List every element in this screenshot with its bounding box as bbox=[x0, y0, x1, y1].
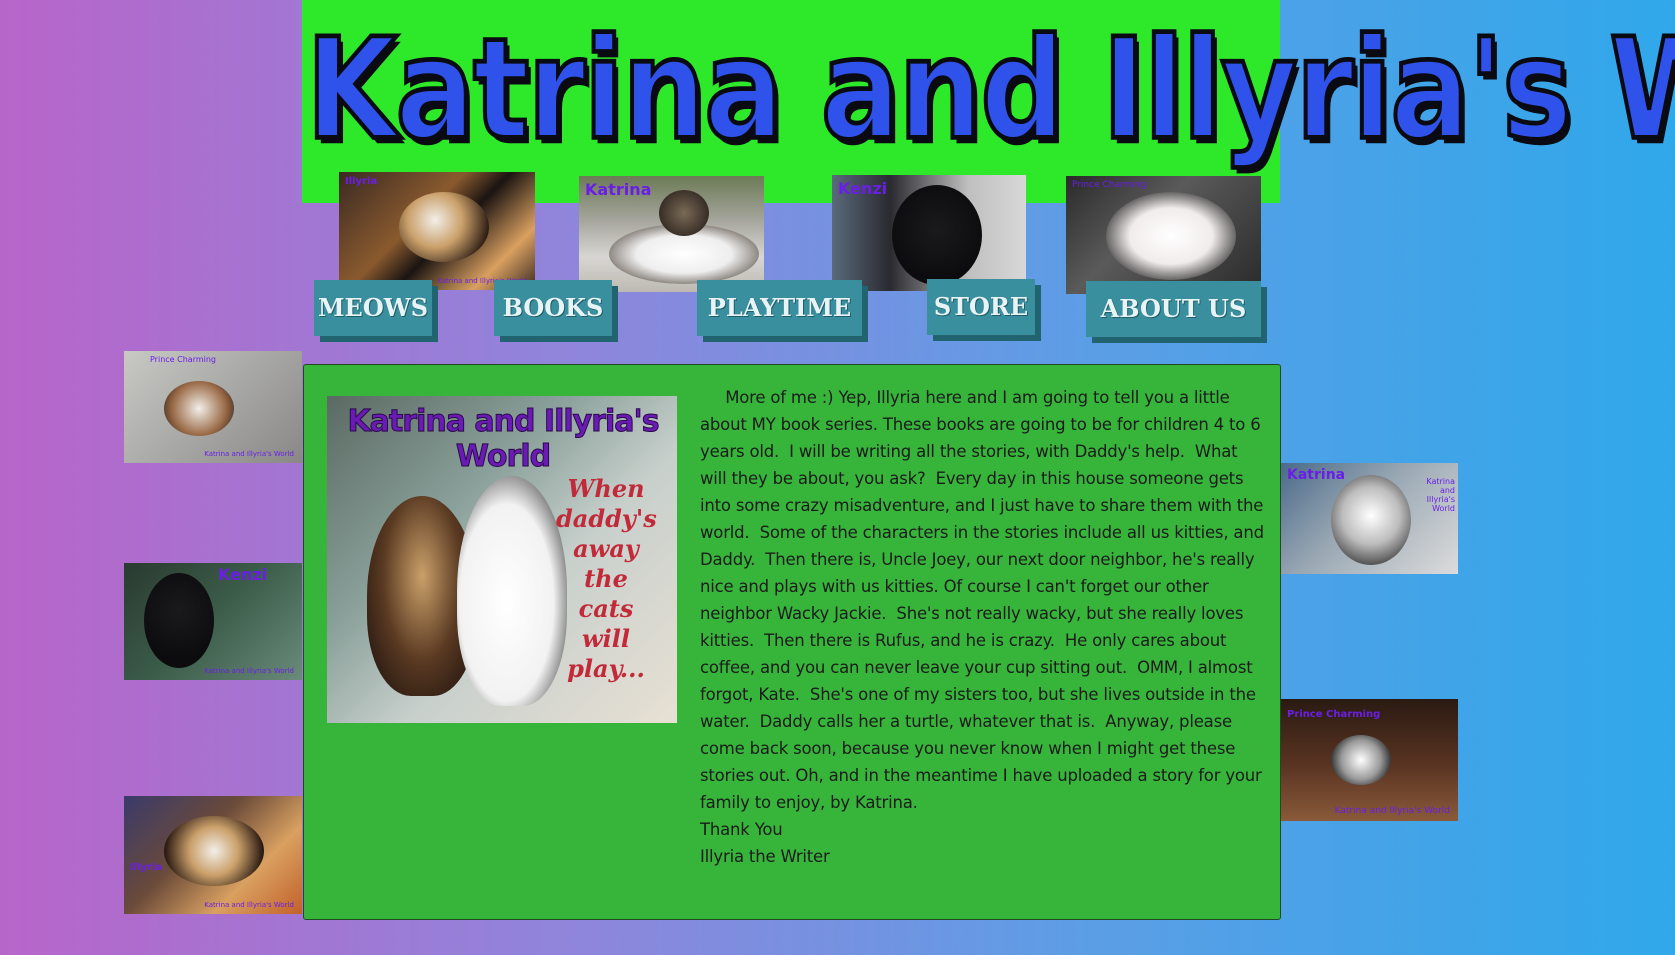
photo-label: Prince Charming bbox=[150, 355, 216, 364]
photo-label: Illyria bbox=[130, 862, 163, 873]
site-title: Katrina and Illyria's World bbox=[304, 5, 1675, 173]
book-cover-title: Katrina and Illyria's World bbox=[347, 404, 660, 475]
nav-playtime-button[interactable]: PLAYTIME bbox=[697, 280, 862, 336]
header-photo-katrina: Katrina bbox=[579, 176, 764, 292]
about-signature: Illyria the Writer bbox=[700, 847, 830, 866]
header-photo-illyria: Illyria Katrina and Illyria's World bbox=[339, 172, 535, 290]
about-text: More of me :) Yep, Illyria here and I am… bbox=[700, 384, 1264, 870]
photo-label: Katrina bbox=[1287, 467, 1346, 483]
header-photo-kenzi: Kenzi bbox=[832, 175, 1026, 291]
photo-label: Kenzi bbox=[218, 565, 268, 584]
photo-label: Illyria bbox=[345, 176, 378, 187]
header-photo-prince-charming: Prince Charming bbox=[1066, 176, 1261, 294]
nav-about-us-button[interactable]: ABOUT US bbox=[1086, 281, 1261, 337]
book-cover-subtitle: When daddy's away the cats will play... bbox=[556, 474, 657, 683]
photo-watermark: Katrina and Illyria's World bbox=[204, 450, 294, 458]
photo-watermark: Katrina and Illyria's World bbox=[1334, 806, 1450, 816]
nav-store-button[interactable]: STORE bbox=[927, 279, 1035, 335]
photo-label: Katrina bbox=[585, 180, 652, 199]
nav-books-button[interactable]: BOOKS bbox=[494, 280, 612, 336]
side-photo-prince-charming: Prince Charming Katrina and Illyria's Wo… bbox=[124, 351, 302, 463]
about-paragraph: More of me :) Yep, Illyria here and I am… bbox=[700, 388, 1269, 812]
side-photo-illyria: Illyria Katrina and Illyria's World bbox=[124, 796, 302, 914]
side-photo-prince-charming-right: Prince Charming Katrina and Illyria's Wo… bbox=[1281, 699, 1458, 821]
side-photo-kenzi: Kenzi Katrina and Illyria's World bbox=[124, 563, 302, 680]
about-closing: Thank You bbox=[700, 820, 783, 839]
photo-label: Prince Charming bbox=[1072, 180, 1147, 190]
photo-watermark: Katrina and Illyria's World bbox=[204, 901, 294, 909]
photo-watermark: Katrina and Illyria's World bbox=[204, 667, 294, 675]
side-photo-katrina: Katrina Katrina and Illyria's World bbox=[1281, 463, 1458, 574]
nav-meows-button[interactable]: MEOWS bbox=[314, 280, 432, 336]
photo-label: Prince Charming bbox=[1287, 709, 1381, 720]
photo-watermark: Katrina and Illyria's World bbox=[1426, 477, 1455, 513]
photo-label: Kenzi bbox=[838, 179, 888, 198]
